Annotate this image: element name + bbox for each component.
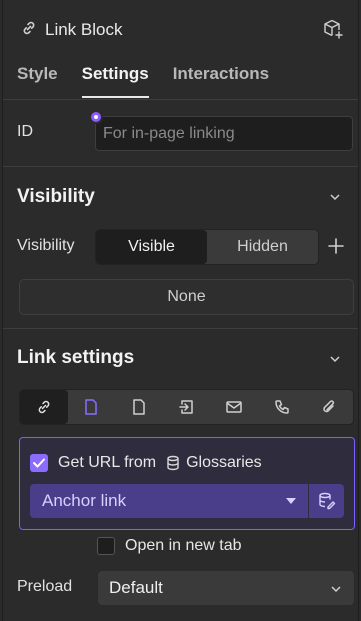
glossary-url-box: Get URL from Glossaries Anchor link [19, 437, 355, 530]
open-new-tab-label: Open in new tab [125, 537, 242, 554]
email-icon[interactable] [210, 390, 258, 424]
link-settings-section-title[interactable]: Link settings [17, 347, 134, 369]
panel-tabs: Style Settings Interactions [17, 62, 293, 100]
preload-select[interactable]: Default [97, 570, 355, 606]
page-outline-icon[interactable] [115, 390, 163, 424]
divider [3, 166, 358, 167]
chevron-down-icon[interactable] [328, 190, 342, 204]
database-icon [166, 455, 180, 471]
url-link-icon[interactable] [20, 390, 68, 424]
chevron-down-icon [330, 585, 342, 593]
element-title: Link Block [45, 20, 123, 39]
get-url-checkbox[interactable] [30, 454, 48, 472]
preload-value: Default [109, 578, 163, 597]
settings-panel: Link Block Style Settings Interactions I… [2, 0, 359, 621]
visibility-conditions-button[interactable]: None [19, 279, 354, 315]
preload-label: Preload [17, 578, 73, 595]
panel-header: Link Block [21, 18, 122, 42]
tab-style[interactable]: Style [17, 62, 58, 100]
link-icon [21, 20, 37, 41]
id-input-placeholder: For in-page linking [103, 124, 235, 142]
tab-settings[interactable]: Settings [81, 62, 149, 100]
get-url-label-row: Get URL from Glossaries [58, 454, 262, 472]
glossaries-label[interactable]: Glossaries [186, 454, 262, 472]
check-icon [33, 458, 45, 468]
visible-option[interactable]: Visible [96, 230, 207, 264]
file-attachment-icon[interactable] [305, 390, 353, 424]
id-label: ID [17, 123, 33, 140]
hidden-option[interactable]: Hidden [207, 230, 318, 264]
open-new-tab-row: Open in new tab [97, 537, 242, 555]
phone-icon[interactable] [258, 390, 306, 424]
chevron-down-icon[interactable] [328, 352, 342, 366]
anchor-link-value: Anchor link [42, 491, 127, 510]
link-type-selector [19, 389, 354, 425]
section-link-icon[interactable] [163, 390, 211, 424]
visibility-section-title[interactable]: Visibility [17, 186, 95, 208]
page-icon[interactable] [68, 390, 116, 424]
divider [3, 99, 358, 100]
divider [3, 328, 358, 329]
open-new-tab-checkbox[interactable] [97, 537, 115, 555]
anchor-link-select[interactable]: Anchor link [30, 484, 308, 518]
visibility-toggle: Visible Hidden [95, 229, 319, 265]
get-url-label: Get URL from [58, 454, 157, 471]
add-cube-icon[interactable] [322, 18, 344, 45]
dropdown-triangle-icon [286, 498, 296, 504]
binding-indicator-icon[interactable] [89, 110, 103, 124]
id-input[interactable]: For in-page linking [95, 116, 353, 151]
plus-icon[interactable] [325, 235, 347, 262]
tab-interactions[interactable]: Interactions [173, 62, 269, 100]
visibility-label: Visibility [17, 237, 75, 254]
database-edit-icon[interactable] [309, 484, 344, 518]
